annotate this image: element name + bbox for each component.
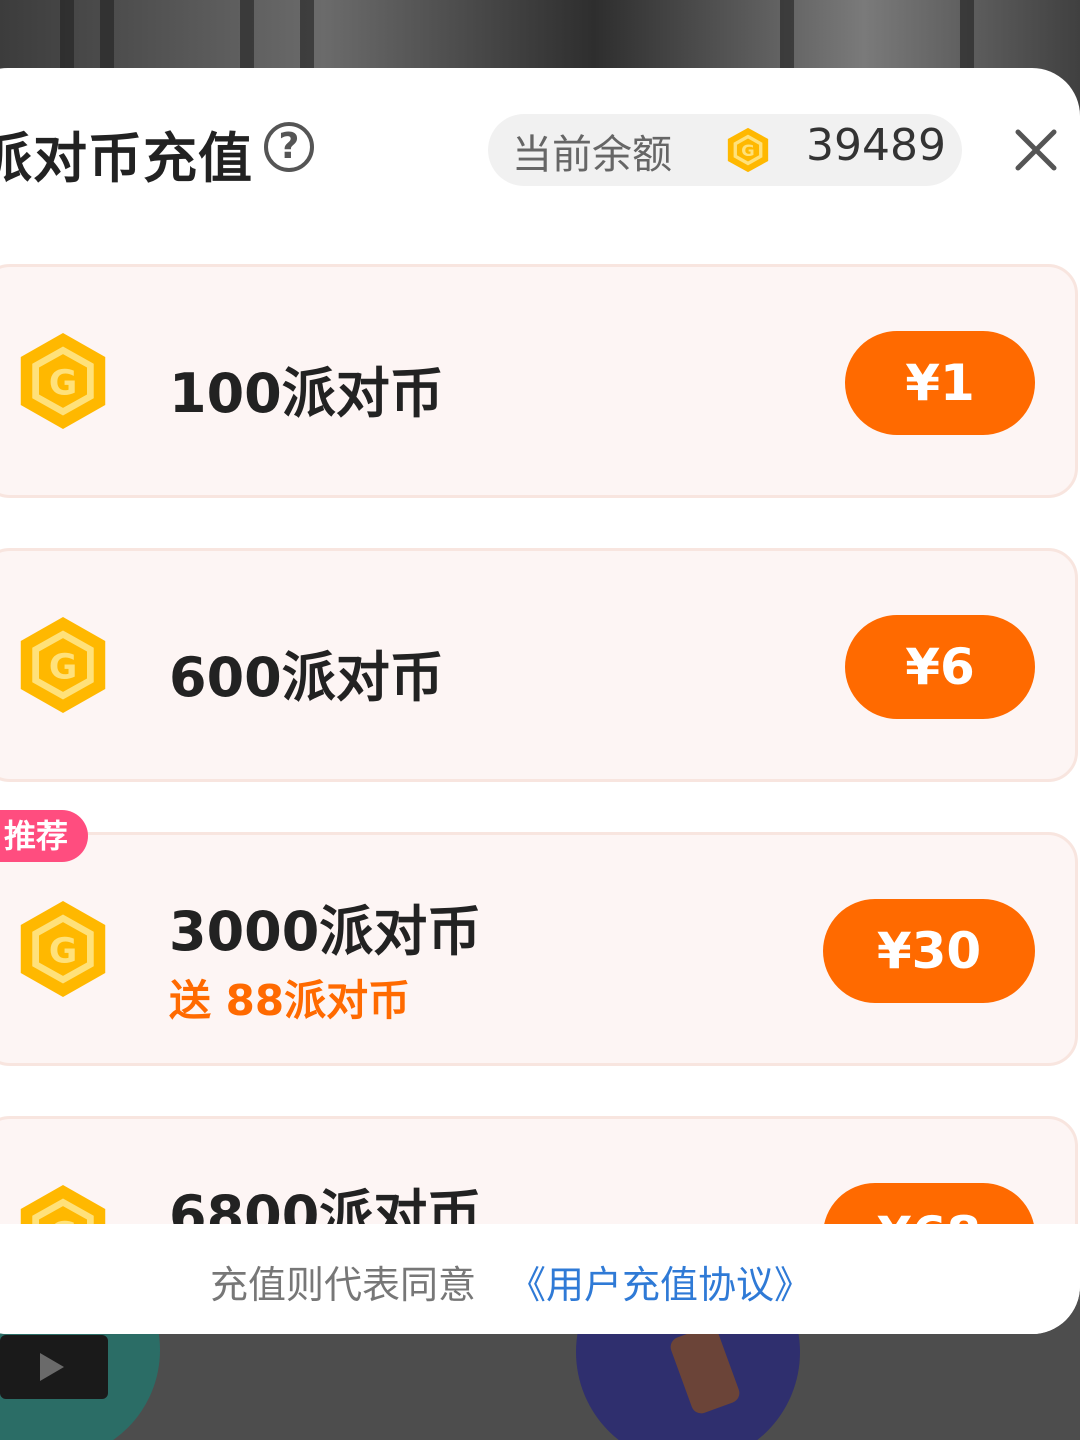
coin-icon: G [20,901,106,997]
coin-icon: G [727,127,769,173]
svg-text:G: G [49,931,77,971]
price-button[interactable]: ¥1 [845,331,1035,435]
balance-value: 39489 [806,120,946,171]
price-button[interactable]: ¥68 [823,1183,1035,1224]
package-amount: 100派对币 [169,362,444,425]
package-amount: 600派对币 [169,646,444,709]
package-bonus: 送 88派对币 [169,976,411,1025]
package-amount: 6800派对币 [169,1184,482,1224]
svg-text:G: G [741,141,754,160]
balance-label: 当前余额 [512,132,672,178]
background-decoration [240,0,254,70]
svg-text:G: G [49,647,77,687]
balance-display: 当前余额 G 39489 [488,114,962,186]
question-circle-icon[interactable]: ? [264,122,314,172]
package-card[interactable]: G 6800派对币 ¥68 [0,1116,1078,1224]
recommended-badge: 推荐 [0,810,88,862]
recharge-sheet: 派对币充值 ? 当前余额 G 39489 G 100派对币 ¥1 G 600派对… [0,68,1080,1334]
agreement-text: 充值则代表同意 [210,1263,477,1307]
page-title: 派对币充值 [0,127,253,190]
svg-text:G: G [49,1215,77,1224]
background-decoration [60,0,74,70]
svg-text:G: G [49,363,77,403]
package-card[interactable]: G 600派对币 ¥6 [0,548,1078,782]
package-list: G 100派对币 ¥1 G 600派对币 ¥6 G 3000派对币 送 88派对… [0,264,1080,1224]
background-decoration [100,0,114,70]
price-button[interactable]: ¥30 [823,899,1035,1003]
close-icon[interactable] [1010,124,1062,176]
agreement-link[interactable]: 《用户充值协议》 [508,1254,812,1309]
coin-icon: G [20,333,106,429]
package-card[interactable]: G 100派对币 ¥1 [0,264,1078,498]
screen: 派对币充值 ? 当前余额 G 39489 G 100派对币 ¥1 G 600派对… [0,0,1080,1440]
price-button[interactable]: ¥6 [845,615,1035,719]
play-icon [0,1335,108,1399]
background-decoration [300,0,314,70]
package-amount: 3000派对币 [169,900,482,963]
background-decoration [960,0,974,70]
package-card-recommended[interactable]: G 3000派对币 送 88派对币 ¥30 [0,832,1078,1066]
background-decoration [780,0,794,70]
coin-icon: G [20,617,106,713]
coin-icon: G [20,1185,106,1224]
agreement-footer: 充值则代表同意 《用户充值协议》 [0,1224,1080,1334]
